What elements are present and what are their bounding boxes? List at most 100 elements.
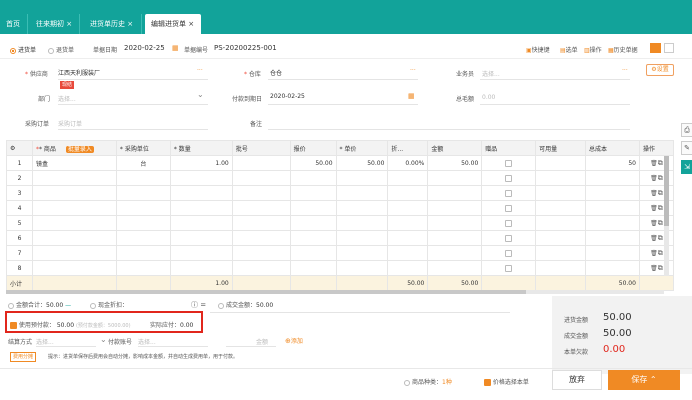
doc-type-return[interactable]: 退货单 <box>48 45 74 54</box>
unit-cell[interactable] <box>115 260 171 276</box>
gift-cell[interactable] <box>481 245 537 261</box>
expense-share-tag[interactable]: 费用分摊 <box>10 352 37 362</box>
product-cell[interactable] <box>31 170 117 186</box>
copy-icon[interactable]: ⧉ <box>658 204 663 213</box>
qty-cell[interactable] <box>169 170 233 186</box>
copy-icon[interactable]: ⧉ <box>658 219 663 228</box>
checkbox-icon[interactable] <box>505 249 513 257</box>
available-cell[interactable] <box>535 230 587 246</box>
gift-cell[interactable] <box>481 200 537 216</box>
delete-icon[interactable]: 🗑 <box>650 235 658 242</box>
list-view-icon[interactable] <box>664 43 674 53</box>
calendar-icon[interactable]: ▦ <box>172 44 179 52</box>
add-payment-button[interactable]: ⊕添加 <box>285 336 303 345</box>
price-option[interactable]: 价格选择本单 <box>484 377 529 386</box>
gift-cell[interactable] <box>481 185 537 201</box>
discount-cell[interactable] <box>387 260 429 276</box>
column-settings[interactable]: ⚙ <box>6 140 33 156</box>
product-cell[interactable] <box>31 245 117 261</box>
settle-input[interactable]: 选择... <box>36 337 54 346</box>
amount-cell[interactable] <box>427 245 483 261</box>
checkbox-icon[interactable] <box>505 189 513 197</box>
total-cost-cell[interactable] <box>585 245 640 261</box>
side-print-button[interactable]: ⎙ <box>681 123 692 137</box>
table-row[interactable]: 4 🗑 ⧉ <box>6 200 675 216</box>
copy-icon[interactable]: ⧉ <box>658 249 663 258</box>
quote-cell[interactable] <box>289 245 337 261</box>
date-value[interactable]: 2020-02-25 <box>124 44 165 52</box>
checkbox-icon[interactable] <box>505 174 513 182</box>
checkbox-icon[interactable] <box>505 219 513 227</box>
available-cell[interactable] <box>535 185 587 201</box>
account-input[interactable]: 选择... <box>138 337 156 346</box>
more-icon[interactable]: ··· <box>197 67 203 74</box>
doc-type-purchase[interactable]: 进货单 <box>10 45 36 54</box>
batch-entry-button[interactable]: 批量录入 <box>65 145 94 153</box>
unit-cell[interactable] <box>115 200 171 216</box>
total-cost-cell[interactable] <box>585 230 640 246</box>
shortcut-button[interactable]: ▣快捷键 <box>526 45 550 54</box>
checkbox-icon[interactable] <box>484 379 491 386</box>
discount-cell[interactable] <box>387 185 429 201</box>
available-cell[interactable] <box>535 245 587 261</box>
unit-cell[interactable]: 台 <box>115 155 171 171</box>
amount-cell[interactable]: 50.00 <box>427 155 483 171</box>
product-cell[interactable] <box>31 230 117 246</box>
tab-home[interactable]: 首页 <box>0 14 28 34</box>
use-prepay[interactable]: 使用预付款： 50.00 (预付款金额：5000.00) <box>10 320 131 329</box>
total-cost-cell[interactable] <box>585 260 640 276</box>
unit-cell[interactable] <box>115 230 171 246</box>
clerk-input[interactable]: 选择... <box>482 69 500 78</box>
price-cell[interactable] <box>335 185 389 201</box>
h-scrollbar[interactable] <box>6 290 664 294</box>
copy-icon[interactable]: ⧉ <box>658 264 663 273</box>
unit-cell[interactable] <box>115 170 171 186</box>
amount-cell[interactable] <box>427 215 483 231</box>
amount-cell[interactable] <box>427 230 483 246</box>
discount-cell[interactable]: 0.00% <box>387 155 429 171</box>
checkbox-icon[interactable] <box>505 234 513 242</box>
table-row[interactable]: 6 🗑 ⧉ <box>6 230 675 246</box>
delete-icon[interactable]: 🗑 <box>650 190 658 197</box>
gift-cell[interactable] <box>481 230 537 246</box>
gift-cell[interactable] <box>481 260 537 276</box>
gift-cell[interactable] <box>481 155 537 171</box>
table-row[interactable]: 3 🗑 ⧉ <box>6 185 675 201</box>
quote-cell[interactable] <box>289 215 337 231</box>
qty-cell[interactable]: 1.00 <box>169 155 233 171</box>
gift-cell[interactable] <box>481 170 537 186</box>
qty-cell[interactable] <box>169 230 233 246</box>
row-no-cell[interactable]: 8 <box>6 260 33 276</box>
available-cell[interactable] <box>535 155 587 171</box>
price-cell[interactable] <box>335 170 389 186</box>
help-icon[interactable]: ⓘ = <box>191 300 206 310</box>
checkbox-icon[interactable] <box>505 264 513 272</box>
side-edit-button[interactable]: ✎ <box>681 141 692 155</box>
table-row[interactable]: 2 🗑 ⧉ <box>6 170 675 186</box>
copy-icon[interactable]: ⧉ <box>658 189 663 198</box>
save-button[interactable]: 保存 ⌃ <box>608 370 680 390</box>
amount-cell[interactable] <box>427 260 483 276</box>
qty-cell[interactable] <box>169 200 233 216</box>
warehouse-input[interactable]: 仓仓 <box>270 68 282 77</box>
side-share-button[interactable]: ⇲ <box>681 160 692 174</box>
price-cell[interactable] <box>335 215 389 231</box>
delete-icon[interactable]: 🗑 <box>650 175 658 182</box>
batch-cell[interactable] <box>231 230 291 246</box>
discount-cell[interactable] <box>387 200 429 216</box>
batch-cell[interactable] <box>231 245 291 261</box>
delete-icon[interactable]: 🗑 <box>650 265 658 272</box>
price-cell[interactable] <box>335 230 389 246</box>
available-cell[interactable] <box>535 200 587 216</box>
quote-cell[interactable] <box>289 230 337 246</box>
row-no-cell[interactable]: 6 <box>6 230 33 246</box>
quote-cell[interactable]: 50.00 <box>289 155 337 171</box>
checkbox-icon[interactable] <box>10 322 17 329</box>
available-cell[interactable] <box>535 215 587 231</box>
calendar-icon[interactable]: ▦ <box>408 92 415 100</box>
amount-cell[interactable] <box>427 200 483 216</box>
tab-purchase-history[interactable]: 进货单历史 × <box>84 14 142 34</box>
batch-cell[interactable] <box>231 185 291 201</box>
copy-icon[interactable]: ⧉ <box>658 159 663 168</box>
history-doc-button[interactable]: ▦历史单据 <box>608 45 638 54</box>
